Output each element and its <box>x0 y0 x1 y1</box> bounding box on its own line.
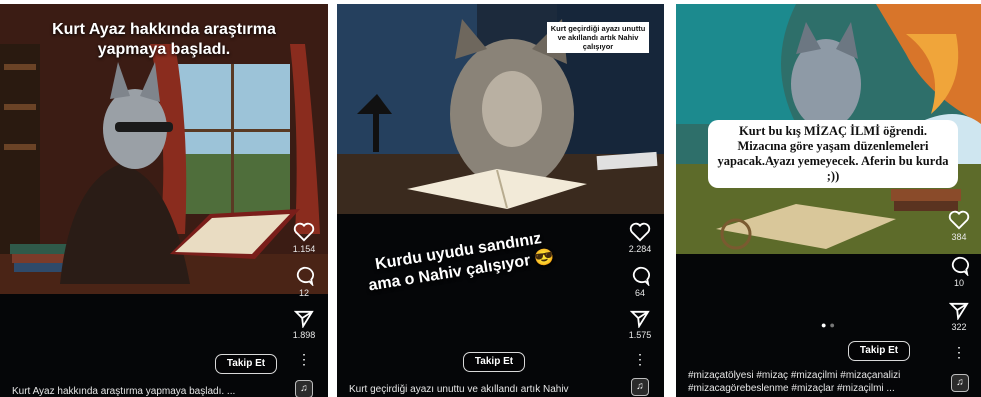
like-count: 1.154 <box>292 244 316 254</box>
post-hashtags-line-2[interactable]: #mizacagörebeslenme #mizaçlar #mizaçilmi… <box>688 383 928 394</box>
reel-image[interactable]: Kurt geçirdiği ayazı unuttu ve akıllandı… <box>337 4 664 214</box>
more-dots-icon[interactable]: ⋮ <box>284 352 324 366</box>
music-icon[interactable]: ♫ <box>295 380 313 397</box>
comment-count: 10 <box>953 278 964 288</box>
image-caption: Kurt Ayaz hakkında araştırma yapmaya baş… <box>52 21 276 58</box>
heart-icon <box>629 222 651 242</box>
comment-button[interactable]: 64 <box>620 266 660 298</box>
send-icon <box>294 310 314 328</box>
music-icon[interactable]: ♫ <box>631 378 649 396</box>
reel-panel-2[interactable]: Kurt geçirdiği ayazı unuttu ve akıllandı… <box>337 4 664 397</box>
follow-button[interactable]: Takip Et <box>848 341 910 361</box>
more-dots-icon[interactable]: ⋮ <box>939 345 979 359</box>
post-description[interactable]: Kurt geçirdiği ayazı unuttu ve akıllandı… <box>349 384 604 395</box>
comment-icon <box>632 266 650 286</box>
like-button[interactable]: 2.284 <box>620 222 660 254</box>
share-button[interactable]: 1.575 <box>620 310 660 340</box>
comment-button[interactable]: 12 <box>284 266 324 298</box>
like-button[interactable]: 1.154 <box>284 222 324 254</box>
like-count: 384 <box>951 232 967 242</box>
like-count: 2.284 <box>628 244 652 254</box>
heart-icon <box>948 210 970 230</box>
share-count: 1.898 <box>292 330 316 340</box>
overlay-text: Kurdu uyudu sandınız ama o Nahiv çalışıy… <box>367 230 556 295</box>
reel-panel-3[interactable]: Kurt bu kış MİZAÇ İLMİ öğrendi. Mizacına… <box>676 4 981 397</box>
follow-button[interactable]: Takip Et <box>215 354 277 374</box>
share-button[interactable]: 322 <box>939 302 979 332</box>
comment-count: 64 <box>634 288 645 298</box>
carousel-dots: ●● <box>821 320 838 330</box>
reel-image[interactable]: Kurt bu kış MİZAÇ İLMİ öğrendi. Mizacına… <box>676 4 981 254</box>
share-count: 322 <box>951 322 967 332</box>
follow-button[interactable]: Takip Et <box>463 352 525 372</box>
comment-count: 12 <box>298 288 309 298</box>
like-button[interactable]: 384 <box>939 210 979 242</box>
more-dots-icon[interactable]: ⋮ <box>620 352 660 366</box>
image-caption: Kurt bu kış MİZAÇ İLMİ öğrendi. Mizacına… <box>708 120 958 188</box>
send-icon <box>949 302 969 320</box>
post-hashtags-line-1[interactable]: #mizaçatölyesi #mizaç #mizaçilmi #mizaça… <box>688 370 928 381</box>
heart-icon <box>293 222 315 242</box>
reel-image[interactable]: Kurt Ayaz hakkında araştırma yapmaya baş… <box>0 4 328 294</box>
comment-icon <box>951 256 969 276</box>
comment-button[interactable]: 10 <box>939 256 979 288</box>
music-icon[interactable]: ♫ <box>951 374 969 392</box>
post-description[interactable]: Kurt Ayaz hakkında araştırma yapmaya baş… <box>12 386 272 397</box>
send-icon <box>630 310 650 328</box>
reel-panel-1[interactable]: Kurt Ayaz hakkında araştırma yapmaya baş… <box>0 4 328 397</box>
image-caption: Kurt geçirdiği ayazı unuttu ve akıllandı… <box>547 22 649 53</box>
comment-icon <box>296 266 314 286</box>
share-button[interactable]: 1.898 <box>284 310 324 340</box>
share-count: 1.575 <box>628 330 652 340</box>
